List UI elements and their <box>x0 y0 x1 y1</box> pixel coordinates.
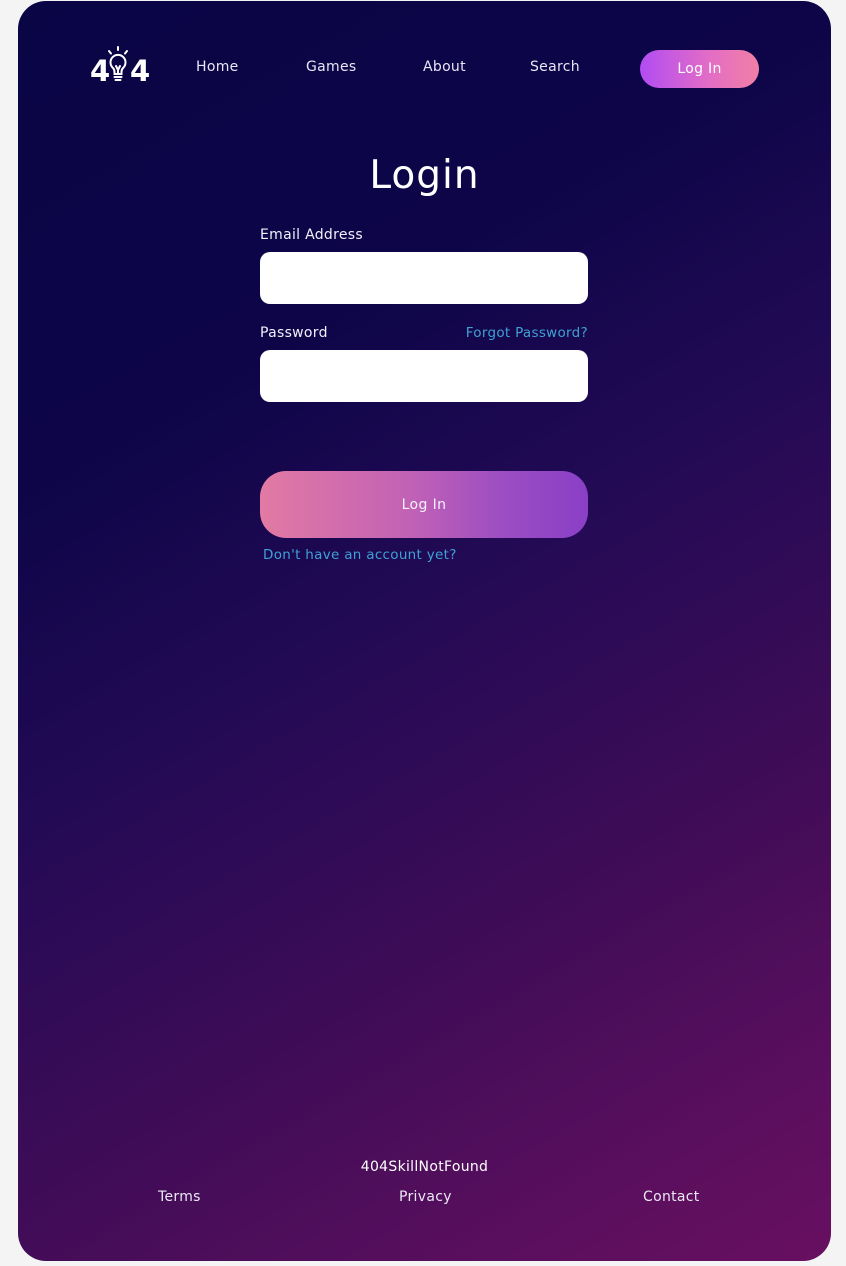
logo-digit-right: 4 <box>130 54 150 88</box>
signup-link[interactable]: Don't have an account yet? <box>263 547 457 563</box>
nav-games[interactable]: Games <box>306 59 356 75</box>
password-field[interactable] <box>260 350 588 402</box>
password-label: Password <box>260 325 328 341</box>
footer-brand: 404SkillNotFound <box>360 1159 489 1175</box>
page-title: Login <box>369 153 480 198</box>
footer-terms-link[interactable]: Terms <box>158 1189 201 1205</box>
nav-search[interactable]: Search <box>530 59 580 75</box>
logo-mark: 4 4 <box>90 46 150 88</box>
forgot-password-link[interactable]: Forgot Password? <box>466 325 588 341</box>
logo-digit-left: 4 <box>90 54 110 88</box>
login-submit-button[interactable]: Log In <box>260 471 588 538</box>
logo[interactable]: 4 4 <box>90 45 152 89</box>
footer-contact-link[interactable]: Contact <box>643 1189 700 1205</box>
lightbulb-icon <box>108 46 128 81</box>
email-label: Email Address <box>260 227 363 243</box>
page-card: 4 4 Home Games About Search Log In Login… <box>18 1 831 1261</box>
nav-login-button[interactable]: Log In <box>640 50 759 88</box>
nav-home[interactable]: Home <box>196 59 239 75</box>
nav-about[interactable]: About <box>423 59 466 75</box>
email-field[interactable] <box>260 252 588 304</box>
footer-privacy-link[interactable]: Privacy <box>399 1189 452 1205</box>
